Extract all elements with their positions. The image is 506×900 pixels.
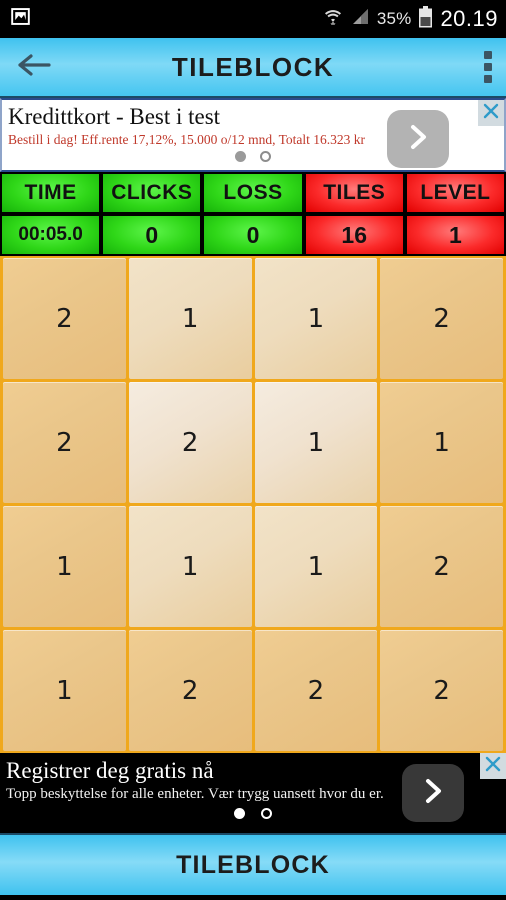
stat-value-loss: 0	[202, 214, 304, 256]
screenshot-image-icon	[10, 6, 31, 32]
chevron-right-icon	[405, 122, 431, 157]
wifi-icon	[323, 7, 343, 32]
stat-header-clicks: CLICKS	[101, 172, 203, 214]
status-bar: 35% 20.19	[0, 0, 506, 38]
game-tile[interactable]: 2	[3, 258, 126, 379]
game-tile[interactable]: 2	[380, 258, 503, 379]
game-tile[interactable]: 2	[254, 630, 378, 751]
game-tile[interactable]: 1	[3, 506, 126, 627]
game-tile[interactable]: 1	[380, 382, 503, 503]
stat-header-tiles: TILES	[303, 172, 405, 214]
ad-dot-inactive[interactable]	[260, 151, 271, 163]
game-tile[interactable]: 1	[128, 258, 252, 379]
battery-icon	[418, 5, 433, 33]
bottom-bar-title[interactable]: TILEBLOCK	[0, 833, 506, 895]
game-tile[interactable]: 1	[254, 258, 378, 379]
stats-header-row: TIME CLICKS LOSS TILES LEVEL	[0, 172, 506, 214]
game-tile[interactable]: 2	[128, 630, 252, 751]
game-grid[interactable]: 2 1 1 2 2 2 1 1 1 1 1 2 1 2 2 2	[0, 256, 506, 753]
battery-percent-label: 35%	[376, 9, 412, 28]
game-tile[interactable]: 2	[128, 382, 252, 503]
ad-top-close-button[interactable]	[478, 100, 504, 126]
game-tile[interactable]: 2	[3, 382, 126, 503]
overflow-menu-icon[interactable]	[484, 51, 492, 83]
page-title: TILEBLOCK	[171, 51, 335, 82]
stat-value-tiles: 16	[303, 214, 405, 256]
game-tile[interactable]: 1	[3, 630, 126, 751]
status-bar-left	[10, 6, 323, 32]
status-bar-right: 35% 20.19	[323, 5, 498, 33]
stats-value-row: 00:05.0 0 0 16 1	[0, 214, 506, 256]
cell-signal-icon	[350, 8, 370, 31]
stat-value-level: 1	[404, 214, 506, 256]
ad-dot-active[interactable]	[235, 151, 246, 163]
game-tile[interactable]: 2	[380, 630, 503, 751]
game-tile[interactable]: 1	[254, 506, 378, 627]
ad-dot-active[interactable]	[234, 808, 245, 819]
stat-value-time: 00:05.0	[0, 214, 102, 256]
stats-panel: TIME CLICKS LOSS TILES LEVEL 00:05.0 0 0…	[0, 172, 506, 256]
game-tile[interactable]: 1	[128, 506, 252, 627]
ad-top-cta-button[interactable]	[387, 110, 449, 168]
chevron-right-icon	[420, 776, 446, 811]
ad-banner-bottom[interactable]: Registrer deg gratis nå Topp beskyttelse…	[0, 753, 506, 833]
game-tile[interactable]: 2	[380, 506, 503, 627]
ad-bottom-cta-button[interactable]	[402, 764, 464, 822]
ad-dot-inactive[interactable]	[261, 808, 272, 819]
stat-value-clicks: 0	[101, 214, 203, 256]
game-tile[interactable]: 1	[254, 382, 378, 503]
app-root: 35% 20.19 TILEBLOCK Kredittkort - Best i…	[0, 0, 506, 900]
action-bar: TILEBLOCK	[0, 38, 506, 98]
close-x-icon	[484, 755, 502, 778]
clock-label: 20.19	[440, 6, 498, 31]
stat-header-level: LEVEL	[404, 172, 506, 214]
stat-header-time: TIME	[0, 172, 102, 214]
ad-bottom-close-button[interactable]	[480, 753, 506, 779]
ad-banner-top[interactable]: Kredittkort - Best i test Bestill i dag!…	[0, 98, 506, 172]
stat-header-loss: LOSS	[202, 172, 304, 214]
close-x-icon	[482, 102, 500, 125]
